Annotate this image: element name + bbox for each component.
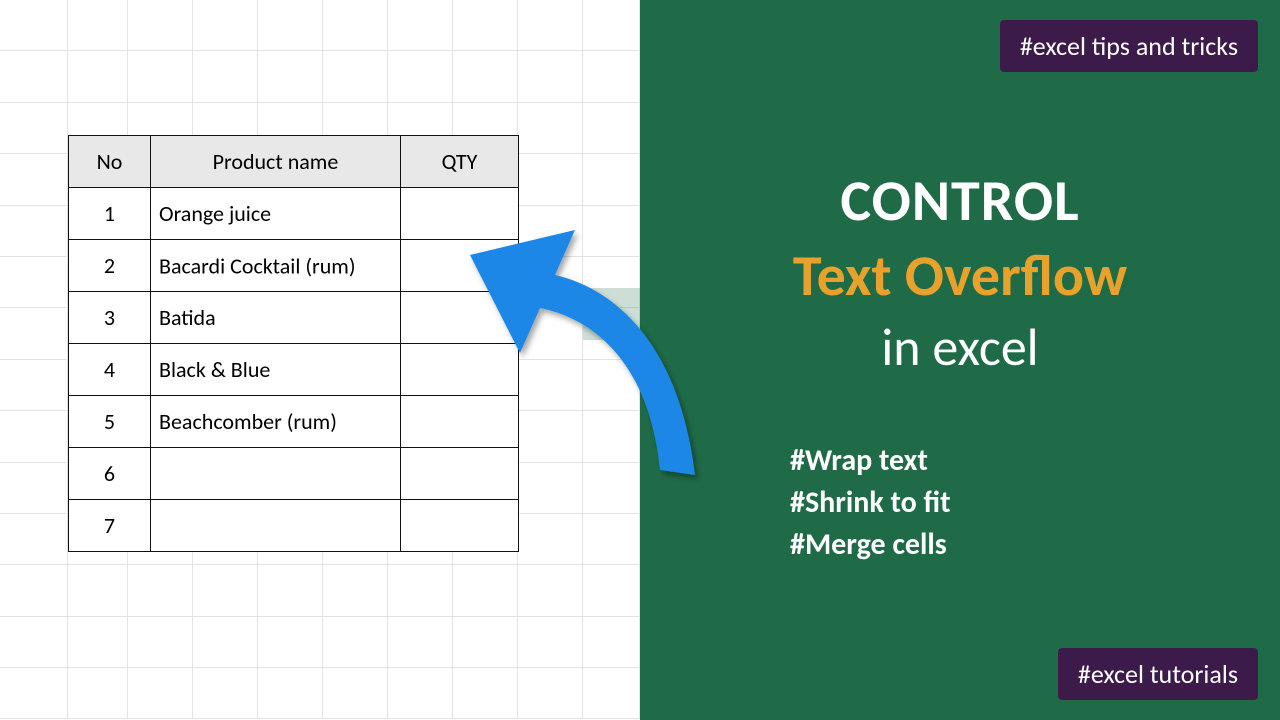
table-row[interactable]: 1 Orange juice [69,188,519,240]
product-table[interactable]: No Product name QTY 1 Orange juice 2 Bac… [68,135,519,552]
header-name[interactable]: Product name [151,136,401,188]
title-block: CONTROL Text Overflow in excel [640,165,1280,379]
cell-name[interactable] [151,448,401,500]
table-row[interactable]: 6 [69,448,519,500]
title-line-3: in excel [640,315,1280,379]
cell-qty[interactable] [401,292,519,344]
cell-no[interactable]: 7 [69,500,151,552]
bullet-merge-cells: #Merge cells [790,524,951,566]
cell-qty[interactable] [401,448,519,500]
cell-qty[interactable] [401,240,519,292]
tag-tutorials: #excel tutorials [1058,648,1258,700]
cell-no[interactable]: 6 [69,448,151,500]
cell-name[interactable]: Batida [151,292,401,344]
header-no[interactable]: No [69,136,151,188]
bullet-list: #Wrap text #Shrink to fit #Merge cells [790,440,951,566]
cell-name[interactable]: Orange juice [151,188,401,240]
cell-name[interactable]: Black & Blue [151,344,401,396]
table-row[interactable]: 4 Black & Blue [69,344,519,396]
spreadsheet-area: No Product name QTY 1 Orange juice 2 Bac… [0,0,640,720]
table-row[interactable]: 2 Bacardi Cocktail (rum) [69,240,519,292]
title-line-2: Text Overflow [640,240,1280,311]
cell-qty[interactable] [401,500,519,552]
title-panel: #excel tips and tricks CONTROL Text Over… [640,0,1280,720]
title-line-1: CONTROL [640,165,1280,236]
cell-qty[interactable] [401,396,519,448]
table-row[interactable]: 5 Beachcomber (rum) [69,396,519,448]
overflow-text: Bacardi Cocktail (rum) [159,252,356,279]
table-row[interactable]: 7 [69,500,519,552]
table-row[interactable]: 3 Batida [69,292,519,344]
cell-qty[interactable] [401,344,519,396]
cell-name[interactable]: Bacardi Cocktail (rum) [151,240,401,292]
bullet-wrap-text: #Wrap text [790,440,951,482]
cell-no[interactable]: 2 [69,240,151,292]
cell-name[interactable]: Beachcomber (rum) [151,396,401,448]
cell-no[interactable]: 1 [69,188,151,240]
tag-tips: #excel tips and tricks [1000,20,1258,72]
cell-qty[interactable] [401,188,519,240]
cell-no[interactable]: 3 [69,292,151,344]
table-header-row: No Product name QTY [69,136,519,188]
cell-no[interactable]: 5 [69,396,151,448]
cell-name[interactable] [151,500,401,552]
header-qty[interactable]: QTY [401,136,519,188]
cell-no[interactable]: 4 [69,344,151,396]
bullet-shrink-to-fit: #Shrink to fit [790,482,951,524]
cell-highlight [583,288,640,340]
